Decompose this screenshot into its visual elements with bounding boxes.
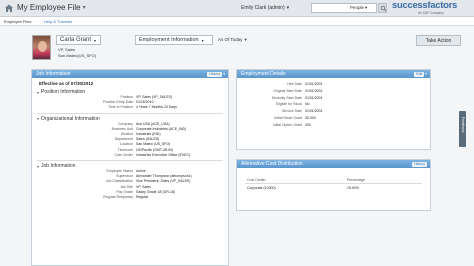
column-header-cost-center: Cost Center bbox=[247, 178, 266, 182]
app-title-menu[interactable]: My Employee File ▾ bbox=[17, 3, 86, 12]
field-label: Regular/Temporary bbox=[103, 195, 133, 200]
search-button[interactable] bbox=[378, 3, 387, 13]
field-row: Cost Center Industries Executive Office (… bbox=[32, 153, 228, 158]
field-row: Initial Option Grant 300 bbox=[237, 122, 430, 129]
field-value: Regular bbox=[136, 195, 149, 200]
panel-header: Employment Details Edit ▾ bbox=[237, 70, 430, 78]
field-value: 01/01/2001 bbox=[305, 82, 323, 86]
detail-rows: Hire Date 01/01/2001 Original Start Date 0… bbox=[237, 81, 430, 129]
field-label: Cost Center bbox=[114, 152, 133, 157]
brand-name: successfactors bbox=[392, 0, 457, 11]
job-rows: Employee Status Active Supervisor Alexande… bbox=[32, 169, 228, 200]
employee-name: Carla Grant bbox=[60, 36, 92, 43]
top-bar: My Employee File ▾ Emily Clark (admin) ▾… bbox=[0, 0, 474, 17]
collapse-icon: ▾ bbox=[37, 116, 40, 122]
user-menu[interactable]: Emily Clark (admin) ▾ bbox=[241, 5, 289, 11]
search-icon bbox=[380, 5, 386, 11]
user-name: Emily Clark (admin) bbox=[241, 5, 285, 11]
collapse-icon: ▾ bbox=[37, 89, 40, 95]
field-row: Eligible for Stock No bbox=[237, 101, 430, 108]
tab-employee-files[interactable]: Employee Files bbox=[4, 19, 31, 24]
field-row: Service Date 01/01/2001 bbox=[237, 108, 430, 115]
collapse-icon: ▾ bbox=[37, 163, 40, 169]
view-label: Employment Information bbox=[139, 36, 199, 43]
field-row: Hire Date 01/01/2001 bbox=[237, 81, 430, 88]
menu-icon[interactable]: ▾ bbox=[223, 70, 225, 78]
sub-navigation: Employee Files Help & Tutorials bbox=[0, 17, 474, 26]
field-value: Industries Executive Office (EXEC) bbox=[136, 152, 191, 157]
field-row: Seniority Start Date 01/01/2001 bbox=[237, 95, 430, 102]
field-value: 01/01/2001 bbox=[305, 95, 323, 100]
chevron-down-icon: ▾ bbox=[286, 5, 290, 11]
field-label: Hire Date bbox=[287, 82, 302, 86]
employment-details-panel: Employment Details Edit ▾ Hire Date 01/01… bbox=[236, 69, 431, 150]
divider bbox=[37, 112, 223, 114]
avatar bbox=[32, 35, 51, 60]
divider bbox=[245, 183, 422, 184]
field-value: 4 Years 7 Months 24 Days bbox=[136, 105, 177, 110]
view-select[interactable]: Employment Information ▾ bbox=[135, 35, 213, 45]
position-rows: Position VP, Sales (VP_SALES) Position En… bbox=[32, 95, 228, 111]
panel-title: Employment Details bbox=[241, 71, 286, 77]
table-header: Cost Center Percentage bbox=[237, 178, 430, 182]
employee-title: VP, Sales bbox=[58, 47, 76, 52]
panel-title: Job Information bbox=[36, 71, 71, 77]
app-title: My Employee File bbox=[17, 3, 81, 12]
field-value: 01/01/2001 bbox=[305, 88, 323, 93]
as-of-label: As Of Today bbox=[218, 37, 243, 42]
divider bbox=[37, 160, 223, 162]
field-row: Original Start Date 01/01/2001 bbox=[237, 88, 430, 95]
employee-name-menu[interactable]: Carla Grant ▾ bbox=[56, 35, 101, 45]
field-label: Seniority Start Date bbox=[271, 95, 302, 100]
history-button[interactable]: History bbox=[207, 72, 223, 78]
search-box: People ▾ bbox=[311, 3, 377, 13]
edit-button[interactable]: Edit bbox=[414, 72, 425, 78]
history-button[interactable]: History bbox=[412, 161, 427, 167]
chevron-down-icon: ▾ bbox=[82, 5, 86, 11]
employee-header: Carla Grant ▾ VP, Sales San Mateo(US_SFO… bbox=[27, 30, 461, 62]
menu-icon[interactable]: ▾ bbox=[425, 70, 427, 78]
chevron-down-icon: ▾ bbox=[94, 37, 97, 43]
field-value: No bbox=[305, 102, 310, 107]
field-label: Time in Position bbox=[108, 105, 133, 110]
take-action-button[interactable]: Take Action bbox=[416, 35, 461, 46]
chevron-down-icon: ▾ bbox=[201, 37, 204, 43]
feedback-side-tab[interactable]: Feedback bbox=[459, 111, 466, 147]
search-scope-label: People bbox=[350, 5, 365, 10]
field-label: Original Start Date bbox=[273, 88, 302, 93]
effective-date: Effective as of 07/30/2012 bbox=[39, 81, 94, 86]
org-rows: Company Ace USA (ACE_USA) Business Unit Co… bbox=[32, 122, 228, 158]
feedback-label: Feedback bbox=[460, 117, 465, 133]
field-label: Service Date bbox=[281, 109, 302, 114]
cost-distribution-panel: Alternative Cost Distribution History Co… bbox=[236, 159, 431, 211]
panel-title: Alternative Cost Distribution bbox=[241, 161, 303, 167]
chevron-down-icon: ▾ bbox=[244, 37, 247, 42]
field-label: Initial Stock Grant bbox=[274, 115, 302, 120]
tab-help-tutorials[interactable]: Help & Tutorials bbox=[44, 19, 72, 24]
table-row: Corporate (10000) 15.00% bbox=[237, 186, 430, 190]
field-value: 300 bbox=[305, 122, 311, 127]
as-of-date-select[interactable]: As Of Today ▾ bbox=[218, 37, 247, 43]
field-label: Initial Option Grant bbox=[272, 122, 302, 127]
cost-center-cell: Corporate (10000) bbox=[247, 186, 276, 190]
chevron-down-icon: ▾ bbox=[365, 5, 368, 10]
field-row: Regular/Temporary Regular bbox=[32, 195, 228, 200]
panel-header: Alternative Cost Distribution History bbox=[237, 160, 430, 168]
field-row: Time in Position 4 Years 7 Months 24 Days bbox=[32, 105, 228, 110]
search-input[interactable] bbox=[312, 4, 350, 12]
field-row: Initial Stock Grant 30,000 bbox=[237, 115, 430, 122]
job-information-panel: Job Information History ▾ Effective as o… bbox=[31, 69, 229, 266]
field-label: Eligible for Stock bbox=[275, 102, 302, 107]
successfactors-logo: successfactors An SAP Company bbox=[392, 1, 472, 16]
employee-location: San Mateo(US_SFO) bbox=[58, 53, 97, 58]
field-value: 30,000 bbox=[305, 115, 316, 120]
home-icon[interactable] bbox=[4, 3, 14, 13]
search-scope-select[interactable]: People ▾ bbox=[350, 4, 367, 12]
brand-subtitle: An SAP Company bbox=[418, 11, 444, 15]
field-value: 01/01/2001 bbox=[305, 109, 323, 114]
percentage-cell: 15.00% bbox=[347, 186, 359, 190]
column-header-percentage: Percentage bbox=[347, 178, 365, 182]
panel-header: Job Information History ▾ bbox=[32, 70, 228, 78]
